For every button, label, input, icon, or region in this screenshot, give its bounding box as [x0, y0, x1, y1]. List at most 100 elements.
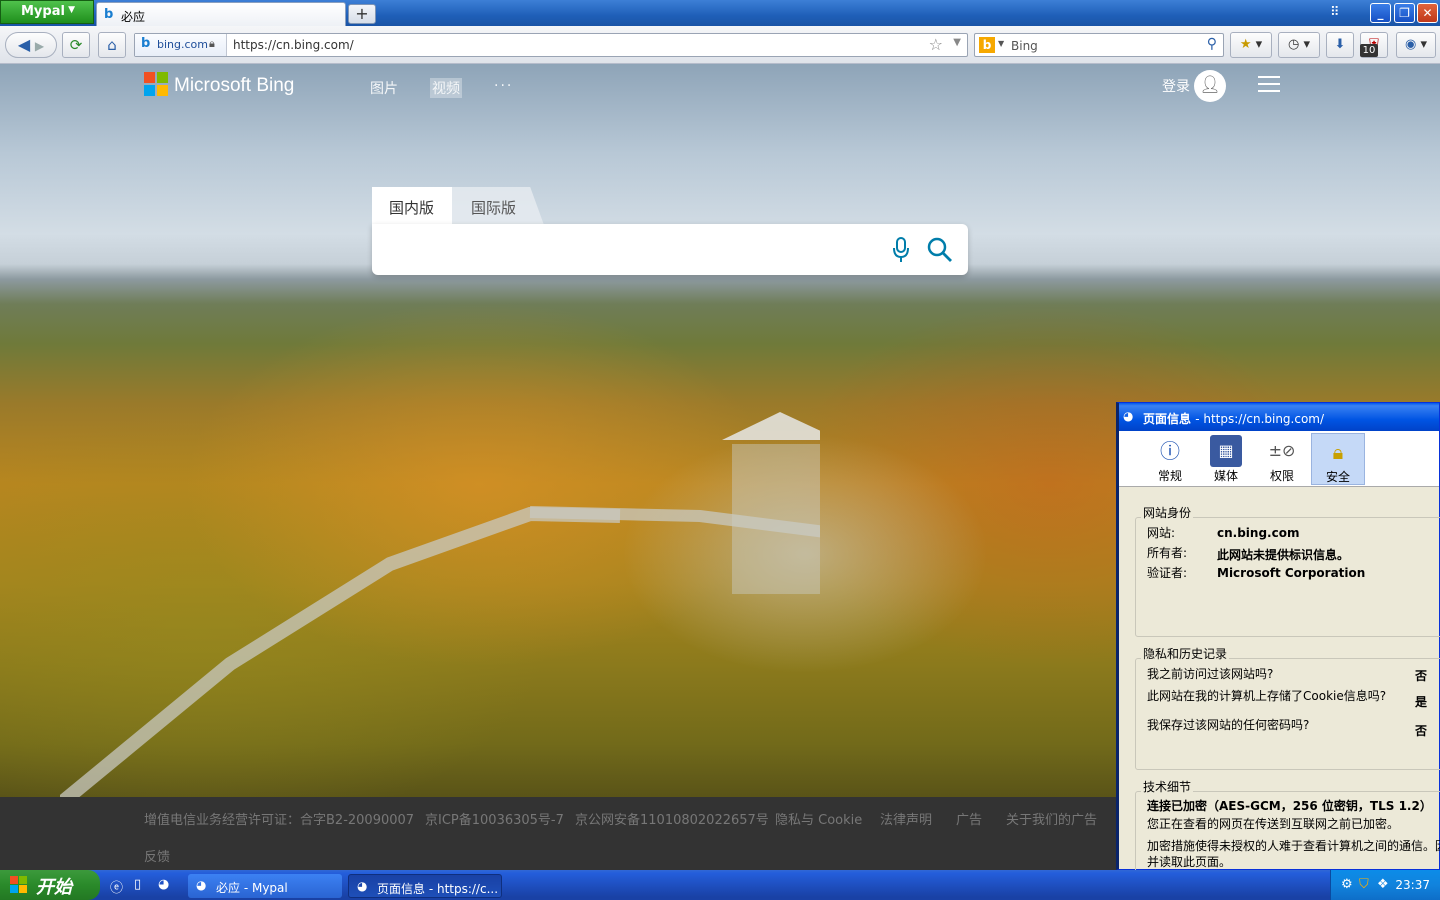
- site-label: 网站:: [1147, 526, 1176, 540]
- encryption-line-1: 您正在查看的网页在传送到互联网之前已加密。: [1147, 817, 1400, 831]
- mypal-icon: ◕: [1123, 409, 1134, 423]
- app-menu-button[interactable]: Mypal ▼: [0, 0, 94, 24]
- cookies-answer: 是: [1415, 695, 1428, 709]
- nav-more[interactable]: ···: [494, 78, 513, 94]
- info-icon: ⓘ: [1160, 439, 1180, 463]
- footer-link-icp[interactable]: 京ICP备10036305号-7: [425, 809, 564, 828]
- tab-list-icon[interactable]: ⠿: [1330, 5, 1340, 20]
- bing-favicon-icon: b: [104, 7, 114, 22]
- background-walkway-illustration: [60, 412, 820, 810]
- bing-search-input[interactable]: [372, 224, 968, 275]
- technical-heading: 技术细节: [1141, 778, 1194, 795]
- bookmarks-button[interactable]: ★ ▾: [1230, 32, 1272, 58]
- dialog-title-bar[interactable]: ◕ 页面信息 - https://cn.bing.com/: [1119, 403, 1439, 431]
- search-icon[interactable]: ⚲: [1207, 36, 1217, 52]
- footer-link-feedback[interactable]: 反馈: [144, 846, 170, 865]
- system-tray: ⚙ ⛉ ❖ 23:37: [1330, 870, 1440, 900]
- tab-international[interactable]: 国际版: [452, 187, 544, 225]
- cookies-question: 此网站在我的计算机上存储了Cookie信息吗?: [1147, 689, 1387, 703]
- nav-images[interactable]: 图片: [370, 78, 398, 98]
- bing-favicon-icon: b: [141, 36, 151, 51]
- tab-domestic[interactable]: 国内版: [372, 187, 452, 225]
- site-identity-button[interactable]: b bing.com 🔒︎: [135, 34, 227, 56]
- padlock-icon: 🔒︎: [1332, 440, 1344, 464]
- tray-shield-icon[interactable]: ⛉: [1359, 877, 1369, 892]
- footer-link-about-ads[interactable]: 关于我们的广告: [1006, 809, 1097, 828]
- forward-icon[interactable]: ▶: [35, 39, 44, 53]
- navigation-toolbar: ◀ ▶ ⟳ ⌂ b bing.com 🔒︎ https://cn.bing.com/…: [0, 26, 1440, 64]
- task-page-info[interactable]: ◕ 页面信息 - https://c...: [348, 874, 502, 898]
- search-icon[interactable]: [926, 236, 954, 264]
- downloads-button[interactable]: ⬇: [1326, 32, 1354, 58]
- mypal-icon: ◕: [357, 879, 368, 893]
- encryption-line-2: 加密措施使得未授权的人难于查看计算机之间的通信。因: [1147, 839, 1440, 853]
- mypal-quicklaunch-icon[interactable]: ◕: [158, 877, 169, 892]
- restore-button[interactable]: ❐: [1394, 3, 1415, 23]
- clock: 23:37: [1395, 878, 1430, 892]
- footer-link-privacy[interactable]: 隐私与 Cookie: [775, 809, 862, 828]
- menu-button[interactable]: ◉ ▾: [1396, 32, 1436, 58]
- passwords-question: 我保存过该网站的任何密码吗?: [1147, 718, 1310, 732]
- footer-link-license[interactable]: 增值电信业务经营许可证：合字B2-20090007: [144, 809, 414, 828]
- back-forward-button[interactable]: ◀ ▶: [5, 32, 57, 58]
- bookmark-star-icon[interactable]: ☆: [929, 35, 943, 54]
- microphone-icon[interactable]: [892, 236, 910, 264]
- passwords-answer: 否: [1415, 724, 1428, 738]
- home-button[interactable]: ⌂: [98, 32, 126, 58]
- verifier-value: Microsoft Corporation: [1217, 566, 1366, 580]
- mypal-icon: ◕: [196, 878, 207, 892]
- search-bar[interactable]: b ▼ Bing ⚲: [974, 33, 1224, 57]
- avatar-icon[interactable]: 👤︎: [1194, 70, 1226, 102]
- tray-security-icon[interactable]: ❖: [1377, 877, 1389, 892]
- footer-link-police[interactable]: 京公网安备11010802022657号: [575, 809, 769, 828]
- lock-icon: 🔒︎: [209, 37, 215, 50]
- tab-general[interactable]: ⓘ 常规: [1143, 433, 1197, 485]
- tab-media[interactable]: ▦ 媒体: [1199, 433, 1253, 485]
- tab-permissions[interactable]: ±⊘ 权限: [1255, 433, 1309, 485]
- bing-logo[interactable]: Microsoft Bing: [144, 72, 294, 98]
- title-bar: Mypal ▼ b 必应 + ⠿ _ ❐ ✕: [0, 0, 1440, 26]
- microsoft-logo-icon: [144, 72, 168, 96]
- visited-question: 我之前访问过该网站吗?: [1147, 667, 1274, 681]
- globe-icon: ◉: [1404, 37, 1417, 52]
- site-value: cn.bing.com: [1217, 526, 1300, 540]
- clock-icon: ◷: [1287, 37, 1300, 52]
- back-icon[interactable]: ◀: [18, 35, 30, 54]
- extension-badge: 10: [1360, 44, 1378, 57]
- chevron-down-icon: ▼: [68, 5, 75, 15]
- bing-engine-icon[interactable]: b: [979, 37, 995, 53]
- bookmarks-icon: ★: [1239, 37, 1252, 52]
- url-text[interactable]: https://cn.bing.com/: [233, 38, 354, 52]
- visited-answer: 否: [1415, 669, 1428, 683]
- tab-security[interactable]: 🔒︎ 安全: [1311, 433, 1365, 485]
- verifier-label: 验证者:: [1147, 566, 1188, 580]
- media-icon: ▦: [1210, 435, 1242, 467]
- start-button[interactable]: 开始: [0, 870, 100, 900]
- search-input[interactable]: Bing: [1011, 39, 1038, 53]
- tray-network-icon[interactable]: ⚙: [1341, 877, 1353, 892]
- footer-link-ads[interactable]: 广告: [956, 809, 982, 828]
- footer-link-legal[interactable]: 法律声明: [880, 809, 932, 828]
- windows-taskbar: 开始 ⓔ ▯ ◕ ◕ 必应 - Mypal ◕ 页面信息 - https://c..…: [0, 870, 1440, 900]
- hamburger-menu-icon[interactable]: [1258, 76, 1280, 92]
- dialog-tabs: ⓘ 常规 ▦ 媒体 ±⊘ 权限 🔒︎ 安全: [1119, 431, 1439, 487]
- new-tab-button[interactable]: +: [348, 4, 376, 24]
- url-bar[interactable]: b bing.com 🔒︎ https://cn.bing.com/ ☆ ▼: [134, 33, 968, 57]
- reload-button[interactable]: ⟳: [62, 32, 90, 58]
- chevron-down-icon[interactable]: ▼: [998, 39, 1004, 48]
- ie-quicklaunch-icon[interactable]: ⓔ: [110, 877, 123, 896]
- tab-bing[interactable]: b 必应: [96, 2, 346, 26]
- minimize-button[interactable]: _: [1370, 3, 1391, 23]
- task-mypal[interactable]: ◕ 必应 - Mypal: [188, 874, 342, 898]
- desktop-quicklaunch-icon[interactable]: ▯: [134, 877, 141, 892]
- privacy-heading: 隐私和历史记录: [1141, 645, 1230, 662]
- permissions-icon: ±⊘: [1268, 441, 1296, 460]
- owner-label: 所有者:: [1147, 546, 1188, 560]
- windows-logo-icon: [10, 876, 28, 894]
- url-dropdown-icon[interactable]: ▼: [953, 37, 961, 48]
- signin-link[interactable]: 登录: [1162, 76, 1190, 96]
- nav-videos[interactable]: 视频: [430, 78, 462, 98]
- page-info-dialog: ◕ 页面信息 - https://cn.bing.com/ ⓘ 常规 ▦ 媒体 ±⊘ 权…: [1116, 402, 1440, 881]
- close-button[interactable]: ✕: [1417, 3, 1438, 23]
- history-button[interactable]: ◷ ▾: [1278, 32, 1320, 58]
